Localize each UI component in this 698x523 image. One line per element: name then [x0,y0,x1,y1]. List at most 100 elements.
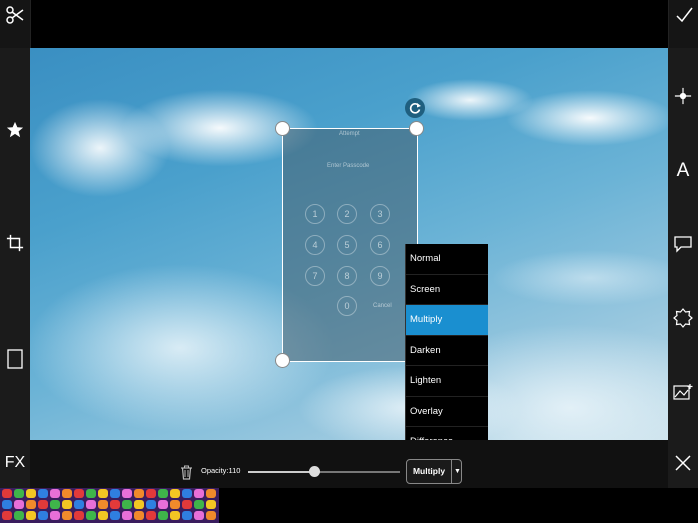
blend-option-overlay[interactable]: Overlay [406,397,488,427]
fx-panel: FX [0,440,30,488]
game-gem [182,511,192,520]
game-gem [26,500,36,509]
game-gem [110,511,120,520]
ghost-key: 7 [305,266,325,286]
resize-handle-bottom-left[interactable] [275,353,290,368]
blend-option-normal[interactable]: Normal [406,244,488,275]
game-gem [158,511,168,520]
game-gem [86,500,96,509]
game-gem [50,511,60,520]
resize-handle-top-left[interactable] [275,121,290,136]
game-gem [182,489,192,498]
ghost-key: 5 [337,235,357,255]
close-icon[interactable] [673,453,693,473]
top-bar [0,0,698,48]
game-gem [194,511,204,520]
right-toolbar: A [668,48,698,440]
game-gem [62,489,72,498]
blend-mode-select[interactable]: Multiply ▼ [406,459,462,484]
game-gem [50,489,60,498]
cut-tool-panel [0,0,31,48]
blend-option-lighten[interactable]: Lighten [406,366,488,397]
game-gem [14,489,24,498]
game-gem [206,511,216,520]
game-gem [38,511,48,520]
checkmark-icon[interactable] [673,4,695,26]
star-icon[interactable] [5,120,25,140]
game-gem [134,511,144,520]
game-gem [50,500,60,509]
scissors-icon[interactable] [4,4,26,26]
close-panel [668,440,698,488]
game-gem [122,500,132,509]
ghost-cancel-text: Cancel [373,303,392,309]
rectangle-icon[interactable] [6,348,24,370]
blend-option-darken[interactable]: Darken [406,336,488,366]
game-gem [26,511,36,520]
ghost-prompt-text: Enter Passcode [327,163,370,169]
game-gem [2,500,12,509]
opacity-slider-fill [248,471,314,473]
game-gem [206,489,216,498]
blend-mode-select-label: Multiply [412,466,446,476]
sparkle-icon[interactable] [673,86,693,106]
game-gem [62,500,72,509]
ghost-key: 1 [305,204,325,224]
game-gem [146,489,156,498]
game-gem [14,511,24,520]
game-gem [38,489,48,498]
game-gem [98,500,108,509]
left-toolbar [0,48,30,440]
game-gem [158,489,168,498]
bottom-blank-area [219,488,698,523]
sticker-badge-icon[interactable] [672,307,694,329]
game-gem [206,500,216,509]
chevron-down-icon[interactable]: ▼ [451,460,463,483]
ghost-key: 9 [370,266,390,286]
blend-option-screen[interactable]: Screen [406,275,488,305]
crop-icon[interactable] [5,233,25,253]
game-gem [74,511,84,520]
game-gem [194,500,204,509]
game-gem [170,500,180,509]
game-gem [2,511,12,520]
game-gem [74,489,84,498]
game-gem [98,489,108,498]
game-gem [122,489,132,498]
text-icon[interactable]: A [673,160,693,182]
opacity-slider-thumb[interactable] [308,466,320,477]
speech-bubble-icon[interactable] [672,234,694,254]
game-gem [158,500,168,509]
game-gem [182,500,192,509]
game-gem [110,489,120,498]
game-gem [134,500,144,509]
ghost-key: 3 [370,204,390,224]
resize-handle-top-right[interactable] [409,121,424,136]
game-gem [122,511,132,520]
opacity-label: Opacity:110 [201,466,241,475]
blend-option-multiply[interactable]: Multiply [406,305,488,336]
layer-selection-box[interactable]: Attempt Enter Passcode 1 2 3 4 5 6 7 8 9… [282,128,418,362]
game-gem [146,500,156,509]
game-gem [194,489,204,498]
game-gem [86,489,96,498]
fx-button[interactable]: FX [4,452,26,474]
image-add-icon[interactable] [672,382,694,402]
ghost-key: 0 [337,296,357,316]
game-gem [14,500,24,509]
ghost-key: 6 [370,235,390,255]
game-gem [134,489,144,498]
game-gem [26,489,36,498]
ghost-status-text: Attempt [339,131,360,137]
blend-mode-menu: Normal Screen Multiply Darken Lighten Ov… [405,244,488,458]
game-ad-banner[interactable] [0,488,219,523]
game-gem [2,489,12,498]
game-gem [170,489,180,498]
rotate-icon[interactable] [405,98,425,118]
trash-icon[interactable] [178,463,194,481]
ghost-key: 4 [305,235,325,255]
game-gem [110,500,120,509]
bottom-bar [0,440,698,488]
game-gem [74,500,84,509]
game-gem [38,500,48,509]
